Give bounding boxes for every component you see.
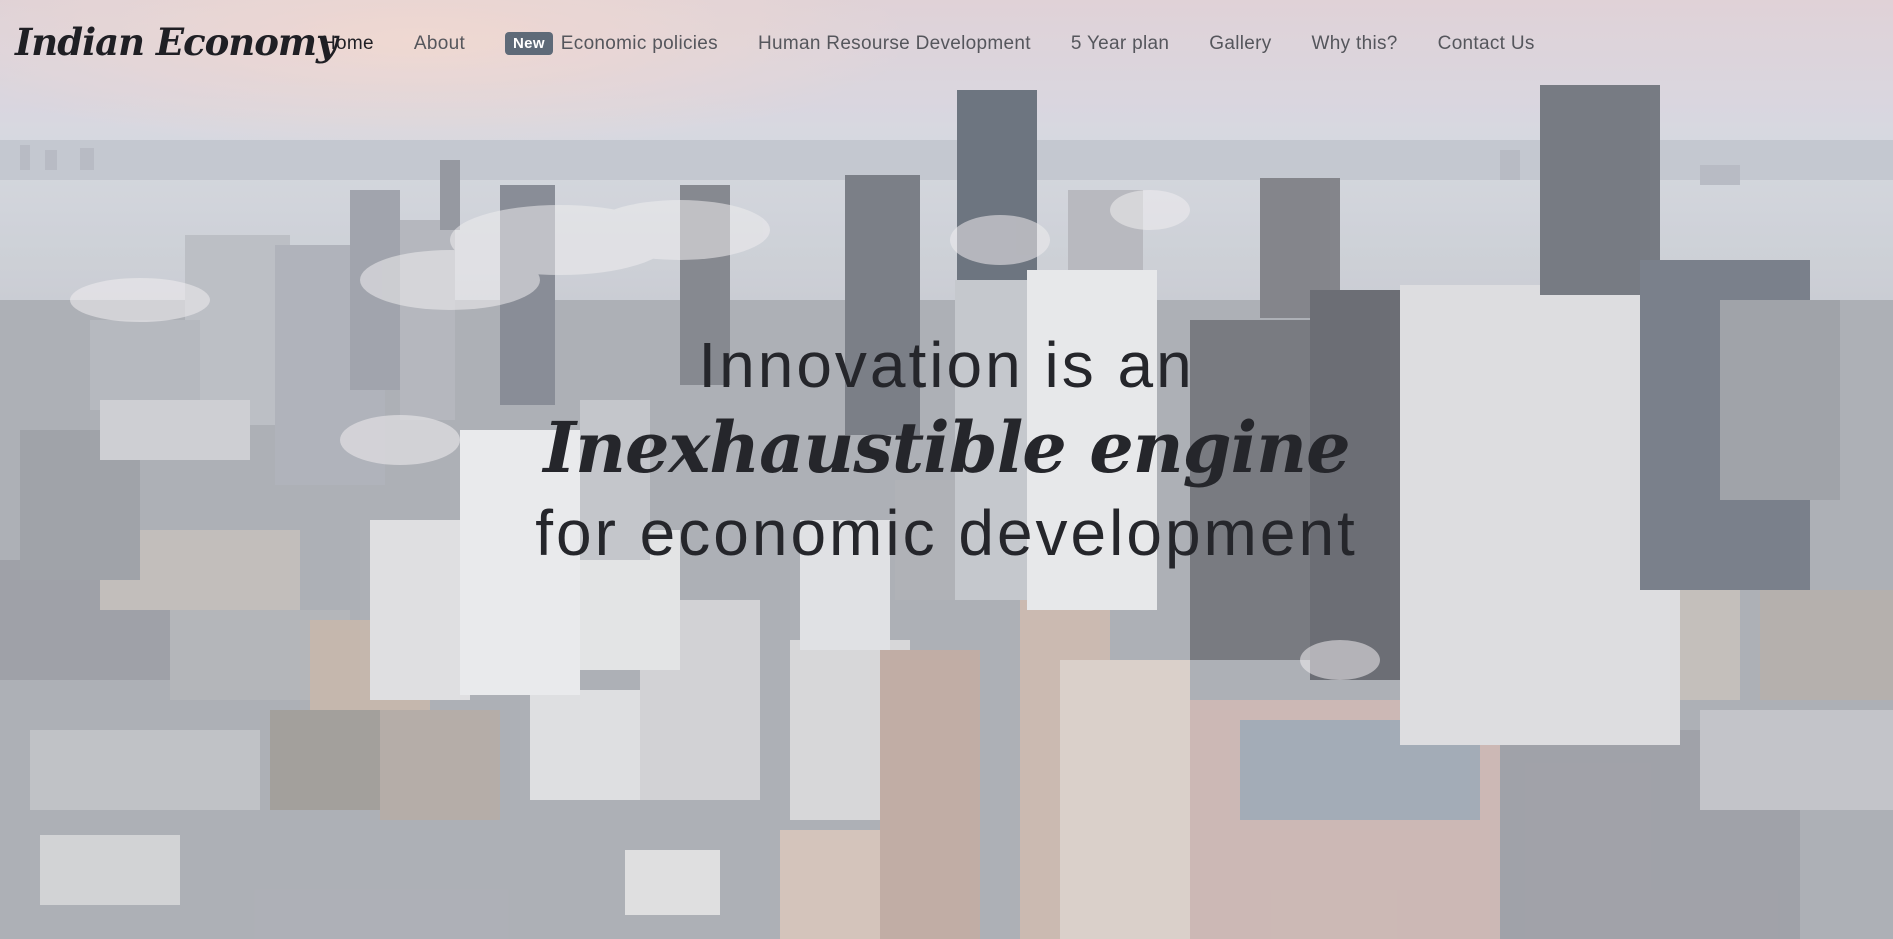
nav-item-why-this[interactable]: Why this?: [1312, 33, 1398, 55]
nav-item-label: Why this?: [1311, 32, 1398, 54]
brand-logo[interactable]: Indian Economy: [15, 20, 338, 64]
nav-item-human-resource-development[interactable]: Human Resourse Development: [758, 33, 1031, 55]
nav-item-label: Gallery: [1209, 32, 1272, 54]
nav-item-about[interactable]: About: [414, 33, 465, 55]
nav-item-home[interactable]: Home: [322, 33, 374, 55]
hero-heading: Innovation is an Inexhaustible engine fo…: [0, 325, 1893, 573]
nav-item-label: 5 Year plan: [1070, 32, 1170, 54]
nav-item-label: Home: [322, 32, 374, 54]
nav-item-5-year-plan[interactable]: 5 Year plan: [1071, 33, 1169, 55]
nav-item-gallery[interactable]: Gallery: [1209, 33, 1271, 55]
hero-line-3: for economic development: [535, 497, 1358, 569]
new-badge: New: [505, 32, 553, 55]
nav-item-label: Economic policies: [560, 32, 718, 54]
nav-menu: Home About New Economic policies Human R…: [322, 32, 1575, 55]
nav-item-label: About: [413, 32, 466, 54]
nav-item-economic-policies[interactable]: New Economic policies: [505, 32, 718, 55]
hero-line-1: Innovation is an: [698, 329, 1195, 401]
hero-line-2: Inexhaustible engine: [543, 406, 1350, 489]
page: Indian Economy Home About New Economic p…: [0, 0, 1893, 939]
nav-item-contact-us[interactable]: Contact Us: [1438, 33, 1535, 55]
nav-item-label: Human Resourse Development: [757, 32, 1031, 54]
navbar: Indian Economy Home About New Economic p…: [0, 0, 1893, 92]
nav-item-label: Contact Us: [1437, 32, 1535, 54]
